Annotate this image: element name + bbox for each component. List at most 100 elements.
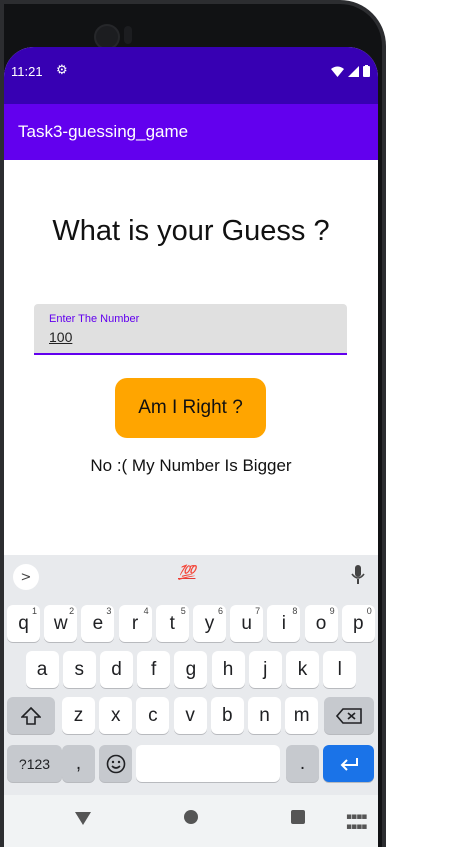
smiley-emoji-icon bbox=[106, 754, 125, 773]
key-t[interactable]: t5 bbox=[155, 605, 189, 642]
key-i-hint: 8 bbox=[292, 606, 298, 616]
enter-arrow-icon bbox=[340, 757, 358, 771]
app-bar: Task3-guessing_game bbox=[4, 104, 378, 160]
key-a[interactable]: a bbox=[25, 651, 59, 688]
app-title: Task3-guessing_game bbox=[18, 122, 189, 141]
key-m-label: m bbox=[293, 704, 310, 726]
question-heading: What is your Guess ? bbox=[52, 215, 330, 247]
key-s-label: s bbox=[74, 658, 85, 680]
battery-icon bbox=[363, 65, 370, 77]
expand-chevron-icon[interactable]: > bbox=[13, 564, 39, 590]
key-l-label: l bbox=[337, 658, 342, 680]
key-k[interactable]: k bbox=[286, 651, 319, 688]
key-r-label: r bbox=[131, 612, 139, 634]
soft-keyboard: > 💯 q1w2e3r4t5y6u7i8o9p0asdfghjklzxcvbnm… bbox=[4, 555, 378, 795]
period-key[interactable]: . bbox=[286, 745, 319, 782]
key-d-label: d bbox=[111, 658, 122, 680]
symbols-key[interactable]: ?123 bbox=[7, 745, 62, 782]
home-circle-icon[interactable] bbox=[184, 810, 198, 824]
key-e-hint: 3 bbox=[106, 606, 112, 616]
key-r-hint: 4 bbox=[143, 606, 149, 616]
key-p-hint: 0 bbox=[366, 606, 372, 616]
key-u-hint: 7 bbox=[255, 606, 261, 616]
key-r[interactable]: r4 bbox=[118, 605, 152, 642]
key-x[interactable]: x bbox=[99, 697, 133, 734]
key-o-hint: 9 bbox=[329, 606, 335, 616]
key-q-label: q bbox=[18, 612, 29, 634]
status-time: 11:21 bbox=[11, 64, 43, 79]
key-g[interactable]: g bbox=[174, 651, 208, 688]
key-l[interactable]: l bbox=[323, 651, 357, 688]
key-e[interactable]: e3 bbox=[81, 605, 115, 642]
key-y-label: y bbox=[204, 612, 215, 634]
am-i-right-button[interactable]: Am I Right ? bbox=[115, 378, 266, 438]
number-input-field[interactable]: Enter The Number 100 bbox=[34, 304, 347, 355]
key-k-label: k bbox=[297, 658, 308, 680]
key-n-label: n bbox=[259, 704, 270, 726]
key-d[interactable]: d bbox=[100, 651, 133, 688]
microphone-icon[interactable] bbox=[350, 565, 366, 585]
key-p[interactable]: p0 bbox=[341, 605, 375, 642]
key-h[interactable]: h bbox=[211, 651, 245, 688]
key-b-label: b bbox=[222, 704, 233, 726]
key-n[interactable]: n bbox=[248, 697, 281, 734]
comma-key[interactable]: , bbox=[62, 745, 95, 782]
key-w-label: w bbox=[53, 612, 68, 634]
number-input-label: Enter The Number bbox=[49, 313, 140, 325]
symbols-key-label: ?123 bbox=[18, 755, 51, 772]
key-b[interactable]: b bbox=[210, 697, 244, 734]
key-o[interactable]: o9 bbox=[304, 605, 338, 642]
key-i[interactable]: i8 bbox=[267, 605, 301, 642]
key-m[interactable]: m bbox=[285, 697, 319, 734]
emoji-key[interactable] bbox=[99, 745, 132, 782]
key-p-label: p bbox=[353, 612, 364, 634]
key-w-hint: 2 bbox=[69, 606, 75, 616]
proximity-sensor bbox=[124, 26, 132, 44]
key-j[interactable]: j bbox=[248, 651, 282, 688]
back-triangle-icon[interactable] bbox=[75, 812, 91, 825]
key-u-label: u bbox=[241, 612, 252, 634]
number-input-value[interactable]: 100 bbox=[49, 329, 72, 345]
key-q-hint: 1 bbox=[31, 606, 37, 616]
period-key-label: . bbox=[299, 752, 306, 774]
recents-square-icon[interactable] bbox=[291, 810, 305, 824]
key-c-label: c bbox=[148, 704, 158, 726]
key-z[interactable]: z bbox=[62, 697, 95, 734]
status-bar: 11:21 ⚙ bbox=[4, 47, 378, 104]
navigation-bar: ▪▪▪▪ ▪▪▪▪ bbox=[4, 795, 378, 847]
keyboard-switch-icon[interactable]: ▪▪▪▪ ▪▪▪▪ bbox=[346, 812, 367, 832]
space-key[interactable] bbox=[136, 745, 280, 782]
shift-arrow-icon bbox=[21, 706, 41, 725]
key-w[interactable]: w2 bbox=[44, 605, 78, 642]
backspace-icon bbox=[336, 707, 362, 724]
key-v-label: v bbox=[185, 704, 195, 726]
key-z-label: z bbox=[73, 704, 84, 726]
hundred-points-emoji-suggestion[interactable]: 💯 bbox=[178, 565, 195, 581]
wifi-icon bbox=[331, 66, 344, 77]
key-j-label: j bbox=[263, 658, 268, 680]
key-v[interactable]: v bbox=[173, 697, 207, 734]
device-screen: 11:21 ⚙ Task3-guessing_game What is your… bbox=[4, 47, 378, 847]
device-frame: 11:21 ⚙ Task3-guessing_game What is your… bbox=[0, 0, 386, 847]
key-f-label: f bbox=[151, 658, 157, 680]
enter-key[interactable] bbox=[323, 745, 374, 782]
key-t-label: t bbox=[169, 612, 175, 634]
keyboard-suggestion-bar: > 💯 bbox=[4, 555, 378, 595]
key-i-label: i bbox=[281, 612, 286, 634]
shift-key[interactable] bbox=[7, 697, 55, 734]
key-g-label: g bbox=[185, 658, 197, 680]
key-y[interactable]: y6 bbox=[193, 605, 226, 642]
result-message: No :( My Number Is Bigger bbox=[90, 456, 292, 475]
key-y-hint: 6 bbox=[217, 606, 223, 616]
key-a-label: a bbox=[36, 658, 48, 680]
backspace-key[interactable] bbox=[324, 697, 374, 734]
settings-gear-icon: ⚙ bbox=[56, 63, 68, 78]
key-u[interactable]: u7 bbox=[230, 605, 264, 642]
key-e-label: e bbox=[92, 612, 104, 634]
key-x-label: x bbox=[110, 704, 121, 726]
key-c[interactable]: c bbox=[136, 697, 170, 734]
key-h-label: h bbox=[222, 658, 234, 680]
key-f[interactable]: f bbox=[137, 651, 171, 688]
key-s[interactable]: s bbox=[62, 651, 96, 688]
key-q[interactable]: q1 bbox=[7, 605, 40, 642]
